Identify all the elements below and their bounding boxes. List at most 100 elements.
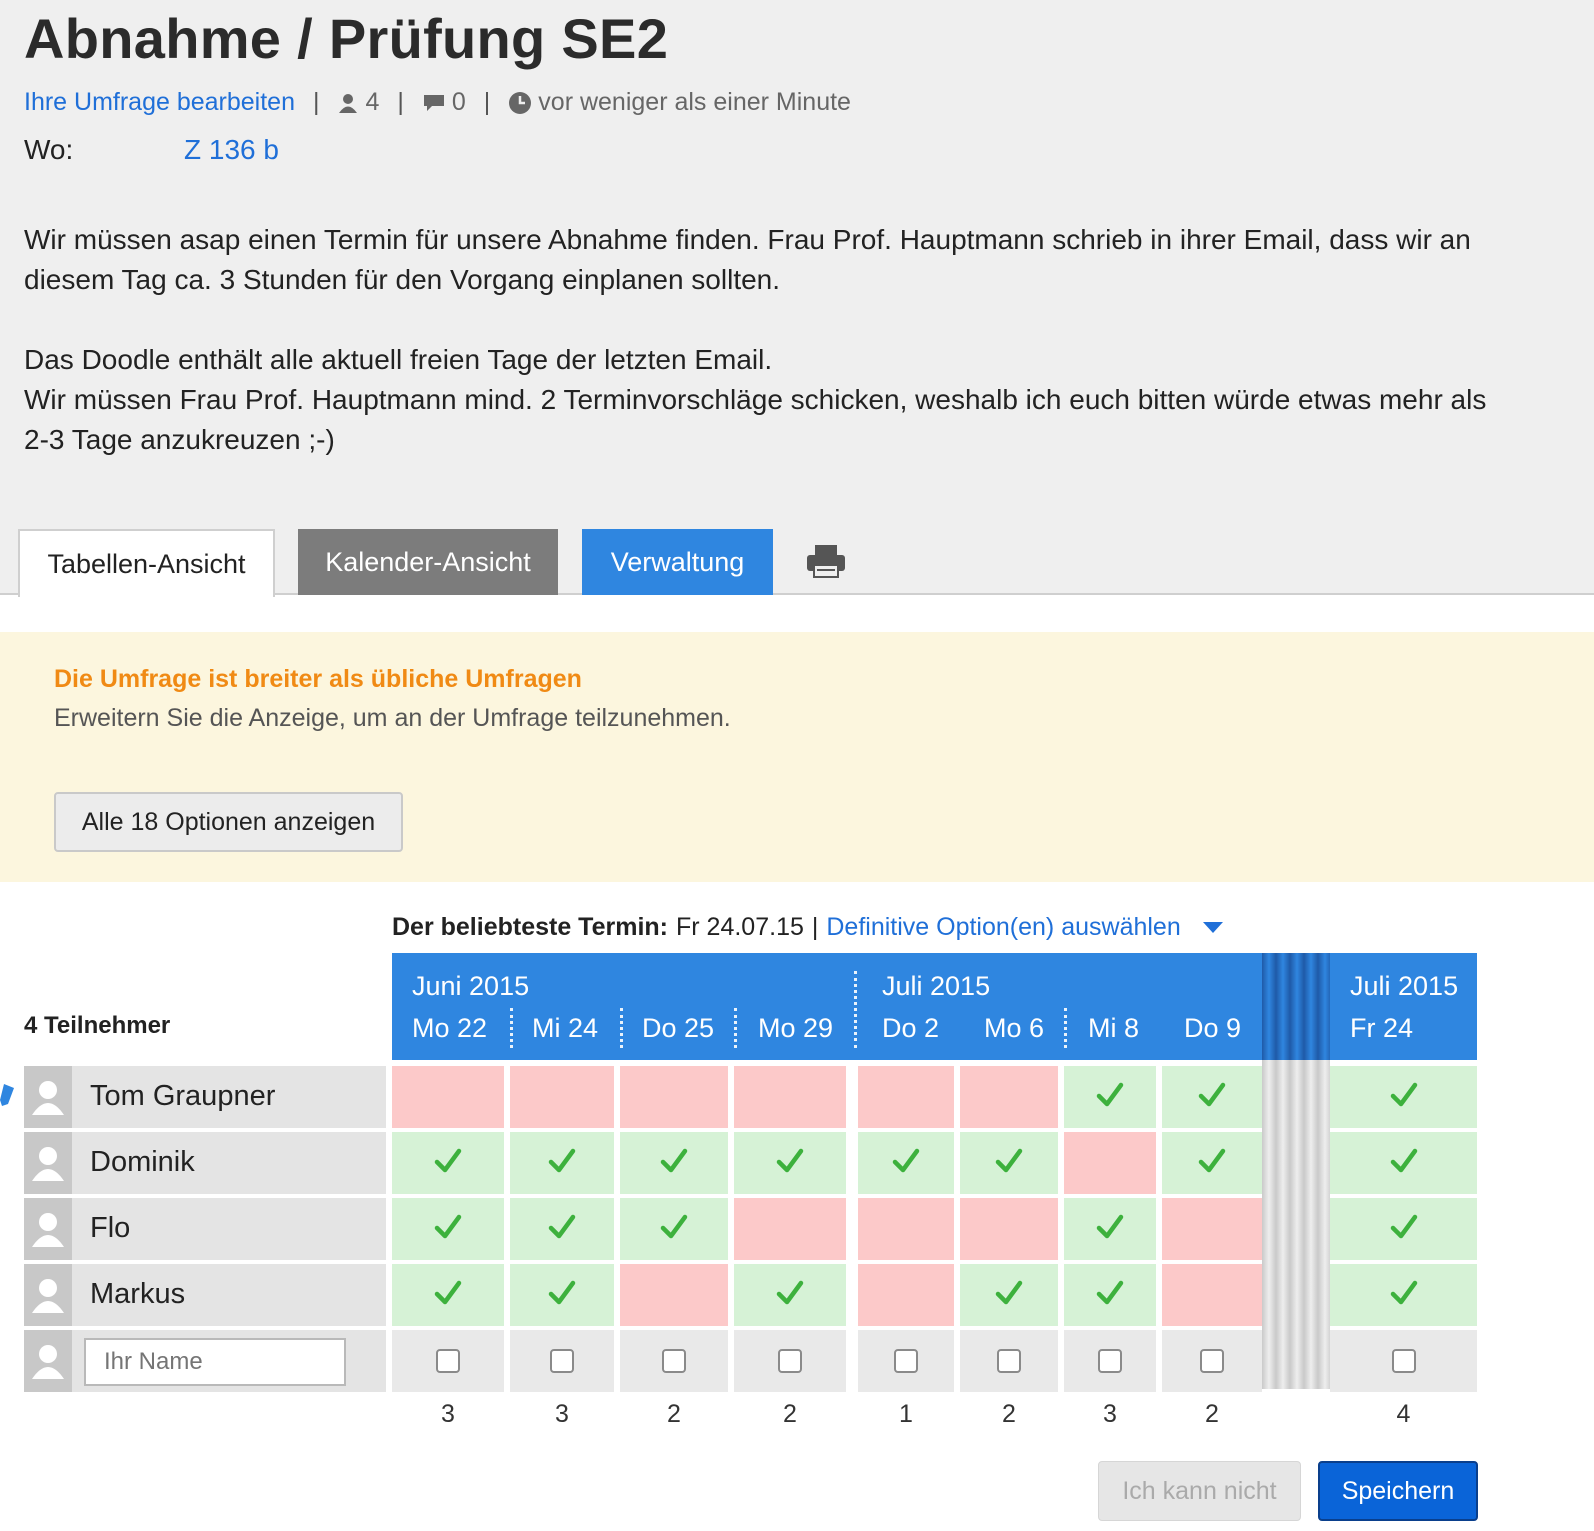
vote-no-cell — [960, 1066, 1058, 1128]
option-day: Mi 24 — [532, 1013, 599, 1043]
vote-no-cell — [1162, 1198, 1262, 1260]
vote-no-cell — [858, 1264, 954, 1326]
vote-checkbox[interactable] — [1098, 1349, 1122, 1373]
checkmark-icon — [1389, 1146, 1419, 1181]
vote-yes-cell — [392, 1264, 504, 1326]
participant-name[interactable]: Flo — [90, 1212, 130, 1245]
checkmark-icon — [775, 1278, 805, 1313]
checkmark-icon — [1389, 1080, 1419, 1115]
vote-yes-cell — [734, 1264, 846, 1326]
option-day: Mo 6 — [984, 1013, 1045, 1043]
vote-checkbox[interactable] — [662, 1349, 686, 1373]
clock-icon — [508, 91, 532, 115]
name-input[interactable] — [84, 1338, 346, 1386]
vote-yes-cell — [1330, 1132, 1477, 1194]
vote-yes-cell — [1330, 1066, 1477, 1128]
save-button[interactable]: Speichern — [1318, 1461, 1478, 1521]
notice-title: Die Umfrage ist breiter als übliche Umfr… — [54, 665, 582, 693]
select-final-option-link[interactable]: Definitive Option(en) auswählen — [826, 913, 1180, 942]
vote-yes-cell — [1064, 1264, 1156, 1326]
poll-title: Abnahme / Prüfung SE2 — [24, 7, 669, 70]
option-day: Do 9 — [1184, 1013, 1242, 1043]
vote-checkbox[interactable] — [894, 1349, 918, 1373]
collapsed-options-header[interactable] — [1262, 953, 1330, 1060]
avatar — [24, 1132, 72, 1194]
option-total: 2 — [1205, 1400, 1219, 1428]
checkmark-icon — [547, 1212, 577, 1247]
checkmark-icon — [659, 1146, 689, 1181]
vote-checkbox[interactable] — [778, 1349, 802, 1373]
most-popular-date: Der beliebteste Termin: Fr 24.07.15 | De… — [392, 913, 1223, 942]
vote-yes-cell — [620, 1198, 728, 1260]
vote-checkbox[interactable] — [1200, 1349, 1224, 1373]
vote-no-cell — [510, 1066, 614, 1128]
checkmark-icon — [1389, 1212, 1419, 1247]
column-divider — [510, 1008, 513, 1048]
options-header-tail: Juli 2015 Fr 24 — [1330, 953, 1477, 1060]
poll-header: Abnahme / Prüfung SE2 Ihre Umfrage bearb… — [0, 0, 1594, 597]
last-updated: vor weniger als einer Minute — [538, 88, 851, 116]
description-line: diesem Tag ca. 3 Stunden für den Vorgang… — [24, 264, 781, 295]
new-vote-cell — [1162, 1330, 1262, 1392]
participant-label — [24, 1264, 386, 1326]
vote-yes-cell — [1162, 1132, 1262, 1194]
month-divider — [854, 971, 857, 1048]
vote-no-cell — [620, 1264, 728, 1326]
checkmark-icon — [994, 1146, 1024, 1181]
checkmark-icon — [1197, 1146, 1227, 1181]
meta-separator: | — [397, 88, 404, 116]
option-day: Fr 24 — [1350, 1013, 1414, 1043]
comment-icon — [422, 92, 446, 114]
pencil-icon[interactable] — [0, 1082, 16, 1113]
checkmark-icon — [547, 1278, 577, 1313]
month-label: Juli 2015 — [1350, 971, 1459, 1001]
vote-yes-cell — [620, 1132, 728, 1194]
checkmark-icon — [775, 1146, 805, 1181]
tab-administration[interactable]: Verwaltung — [582, 529, 773, 595]
participant-name[interactable]: Dominik — [90, 1146, 195, 1179]
options-header: Juni 2015 Juli 2015 Mo 22 Mi 24 Do 25 Mo… — [392, 953, 1262, 1060]
checkmark-icon — [659, 1212, 689, 1247]
vote-checkbox[interactable] — [550, 1349, 574, 1373]
vote-checkbox[interactable] — [436, 1349, 460, 1373]
vote-yes-cell — [510, 1264, 614, 1326]
vote-yes-cell — [960, 1264, 1058, 1326]
checkmark-icon — [891, 1146, 921, 1181]
tab-calendar-view[interactable]: Kalender-Ansicht — [298, 529, 558, 595]
tab-table-view[interactable]: Tabellen-Ansicht — [18, 529, 275, 597]
option-total: 2 — [667, 1400, 681, 1428]
printer-icon[interactable] — [805, 543, 847, 584]
cant-attend-button[interactable]: Ich kann nicht — [1098, 1461, 1301, 1521]
where-value[interactable]: Z 136 b — [184, 134, 279, 166]
option-day: Mo 29 — [758, 1013, 834, 1043]
wide-poll-notice: Die Umfrage ist breiter als übliche Umfr… — [0, 632, 1594, 882]
description-line: 2-3 Tage anzukreuzen ;-) — [24, 424, 335, 455]
new-vote-cell — [734, 1330, 846, 1392]
checkmark-icon — [433, 1146, 463, 1181]
vote-no-cell — [734, 1066, 846, 1128]
new-vote-cell — [1064, 1330, 1156, 1392]
checkmark-icon — [1197, 1080, 1227, 1115]
chevron-down-icon[interactable] — [1202, 922, 1223, 933]
vote-no-cell — [960, 1198, 1058, 1260]
vote-yes-cell — [1064, 1066, 1156, 1128]
option-total: 3 — [441, 1400, 455, 1428]
show-all-options-button[interactable]: Alle 18 Optionen anzeigen — [54, 792, 403, 852]
avatar — [24, 1264, 72, 1326]
participant-name[interactable]: Tom Graupner — [90, 1080, 275, 1113]
participant-name[interactable]: Markus — [90, 1278, 185, 1311]
edit-poll-link[interactable]: Ihre Umfrage bearbeiten — [24, 88, 295, 117]
poll-description: Wir müssen asap einen Termin für unsere … — [24, 220, 1584, 460]
avatar — [24, 1330, 72, 1392]
option-total: 4 — [1396, 1400, 1411, 1428]
new-vote-cell — [392, 1330, 504, 1392]
checkmark-icon — [1095, 1080, 1125, 1115]
vote-checkbox[interactable] — [1391, 1349, 1416, 1373]
vote-no-cell — [858, 1198, 954, 1260]
month-label: Juni 2015 — [412, 971, 530, 1001]
vote-checkbox[interactable] — [997, 1349, 1021, 1373]
column-divider — [1064, 1008, 1067, 1048]
option-total: 3 — [1103, 1400, 1117, 1428]
vote-yes-cell — [1330, 1198, 1477, 1260]
vote-yes-cell — [1162, 1066, 1262, 1128]
